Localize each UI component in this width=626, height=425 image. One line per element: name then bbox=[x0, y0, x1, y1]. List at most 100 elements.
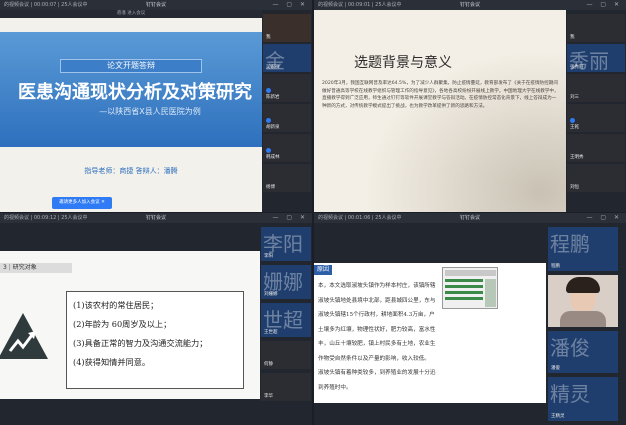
participant-tile[interactable]: 精灵 王精灵 bbox=[548, 377, 618, 421]
meeting-window-top-left: 的视频会议 | 00:00:07 | 25人会议中 钉钉会议 — ▢ ✕ 骆潘 … bbox=[0, 0, 312, 212]
participant-tile[interactable]: 姗娜 刘姗娜 bbox=[261, 265, 311, 299]
participant-name: 韩成林 bbox=[266, 155, 280, 160]
doc-line: 淑坡头镇地处县境中北部，距县城四公里，东与 bbox=[318, 297, 436, 304]
participant-name: 王明秀 bbox=[570, 155, 584, 160]
doc-line: 到养殖时中。 bbox=[318, 384, 352, 391]
criteria-item: (1)该农村的常住居民； bbox=[73, 300, 159, 310]
invite-button[interactable]: 邀请更多人加入会议 ✕ bbox=[52, 197, 112, 209]
participant-name: 程鹏 bbox=[551, 264, 560, 269]
criteria-item: (3)具备正常的智力及沟通交流能力； bbox=[73, 338, 208, 348]
participant-tile[interactable]: 刘恒 bbox=[567, 164, 625, 192]
title-bar: 的视频会议 | 00:09:01 | 25人会议中 钉钉会议 — ▢ ✕ bbox=[314, 0, 626, 10]
advisor-line: 指导老师：商捷 答辩人：潘腾 bbox=[84, 167, 178, 175]
participant-tile[interactable]: 何静 bbox=[261, 341, 311, 369]
participant-tile[interactable]: 李阳 李阳 bbox=[261, 227, 311, 261]
participant-tile[interactable]: 世超 王世超 bbox=[261, 303, 311, 337]
mic-icon bbox=[266, 118, 271, 123]
mic-icon bbox=[570, 118, 575, 123]
arrow-up-icon bbox=[0, 313, 48, 359]
participant-name: 李阳 bbox=[264, 254, 273, 259]
participant-tile[interactable]: 韩成林 bbox=[263, 134, 311, 162]
window-title: 钉钉会议 bbox=[145, 215, 166, 221]
participant-name: 王精灵 bbox=[551, 414, 565, 419]
participant-name: 刘姗娜 bbox=[264, 292, 278, 297]
avatar: 程鹏 bbox=[550, 232, 590, 256]
meeting-window-bottom-left: 的视频会议 | 00:09:12 | 25人会议中 钉钉会议 — ▢ ✕ 3 |… bbox=[0, 213, 312, 425]
participant-tile[interactable]: 我 bbox=[567, 14, 625, 42]
section-tag: 原因 bbox=[314, 265, 332, 275]
participant-tile[interactable]: 程鹏 程鹏 bbox=[548, 227, 618, 271]
window-title: 钉钉会议 bbox=[459, 2, 480, 8]
shared-slide: 选题背景与意义 2020年3月，我国互联网普及率达64.5%，为了减少人群聚集，… bbox=[314, 10, 566, 212]
participant-name: 王世超 bbox=[264, 330, 278, 335]
slide-subtitle: —以陕西省X县人民医院为例 bbox=[99, 107, 201, 116]
participant-name: 王乾 bbox=[570, 125, 579, 130]
participant-tile[interactable]: 杨博 bbox=[263, 164, 311, 192]
window-title: 钉钉会议 bbox=[459, 215, 480, 221]
shared-slide: 论文开题答辩 医患沟通现状分析及对策研究 —以陕西省X县人民医院为例 指导老师：… bbox=[0, 18, 262, 212]
shared-slide: 原因 本，本文选取淑坡头镇作为样本村庄，该镇所辖 淑坡头镇地处县境中北部，距县城… bbox=[314, 263, 546, 403]
doc-line: 本，本文选取淑坡头镇作为样本村庄，该镇所辖 bbox=[318, 283, 436, 289]
participant-name: 吴家祥 bbox=[266, 65, 280, 70]
join-notice: 骆潘 进入会议 bbox=[116, 11, 146, 16]
criteria-box: (1)该农村的常住居民； (2)年龄为 60周岁及以上； (3)具备正常的智力及… bbox=[66, 291, 244, 389]
title-bar: 的视频会议 | 00:00:07 | 25人会议中 钉钉会议 — ▢ ✕ bbox=[0, 0, 312, 10]
participant-tile[interactable]: 陈新岩 bbox=[263, 74, 311, 102]
participant-tile[interactable]: 王乾 bbox=[567, 104, 625, 132]
doc-line: 淑坡头镇辖15个行政村，耕地面积4.3万亩，户 bbox=[318, 312, 435, 318]
participant-name: 李华 bbox=[264, 394, 273, 399]
doc-line: 淑坡头镇有着种类较多，到养殖业的发展十分迅 bbox=[318, 370, 436, 376]
participant-tile[interactable]: 我 bbox=[263, 14, 311, 42]
participant-tile[interactable]: 刘三 bbox=[567, 74, 625, 102]
meeting-window-bottom-right: 的视频会议 | 00:01:06 | 25人会议中 钉钉会议 — ▢ ✕ 原因 … bbox=[314, 213, 626, 425]
heading-number: 3 bbox=[3, 264, 7, 271]
participant-name: 刘三 bbox=[570, 95, 579, 100]
meeting-window-top-right: 的视频会议 | 00:09:01 | 25人会议中 钉钉会议 — ▢ ✕ 选题背… bbox=[314, 0, 626, 212]
participant-panel: 程鹏 程鹏 潘俊 潘俊 精灵 王精灵 bbox=[546, 223, 626, 425]
avatar: 潘俊 bbox=[550, 336, 590, 360]
participant-name: 我 bbox=[266, 35, 271, 40]
participant-tile[interactable]: 金吴家祥 bbox=[263, 44, 311, 72]
inset-screenshot bbox=[442, 267, 498, 309]
camera-feed[interactable] bbox=[548, 275, 618, 327]
title-bar: 的视频会议 | 00:01:06 | 25人会议中 钉钉会议 — ▢ ✕ bbox=[314, 213, 626, 223]
participant-name: 胡新泉 bbox=[266, 125, 280, 130]
participant-tile[interactable]: 王明秀 bbox=[567, 134, 625, 162]
participant-panel: 我 秀丽 张秀丽 刘三 王乾 王明秀 刘恒 bbox=[566, 10, 626, 212]
participant-name: 我 bbox=[570, 35, 575, 40]
participant-tile[interactable]: 潘俊 潘俊 bbox=[548, 331, 618, 373]
participant-name: 刘恒 bbox=[570, 185, 579, 190]
mic-icon bbox=[266, 88, 271, 93]
window-controls[interactable]: — ▢ ✕ bbox=[272, 213, 308, 223]
participant-name: 张秀丽 bbox=[570, 65, 584, 70]
doc-line: 丰，山丘十壤较肥，镇上村民多有土地，农业生 bbox=[318, 341, 436, 347]
doc-line: 作物受自然条件以及产量的影响，收入较低。 bbox=[318, 355, 430, 362]
doc-line: 土壤多为红壤，物理性状好，肥力较高，富水性 bbox=[318, 326, 436, 333]
mic-icon bbox=[266, 148, 271, 153]
shared-slide: 3 | 研究对象 (1)该农村的常住居民； (2)年龄为 60周岁及以上； (3… bbox=[0, 251, 260, 399]
participant-name: 杨博 bbox=[266, 185, 275, 190]
slide-title: 选题背景与意义 bbox=[354, 55, 452, 71]
section-heading: 3 | 研究对象 bbox=[0, 263, 72, 273]
participant-panel: 李阳 李阳 姗娜 刘姗娜 世超 王世超 何静 李华 bbox=[260, 223, 312, 425]
slide-paragraph: 2020年3月，我国互联网普及率达64.5%，为了减少人群聚集，防止疫情蔓延，教… bbox=[322, 81, 559, 109]
slide-title: 医患沟通现状分析及对策研究 bbox=[18, 82, 252, 103]
window-title: 钉钉会议 bbox=[145, 2, 166, 8]
participant-name: 何静 bbox=[264, 362, 273, 367]
participant-tile[interactable]: 胡新泉 bbox=[263, 104, 311, 132]
participant-panel: 我 金吴家祥 陈新岩 胡新泉 韩成林 杨博 bbox=[262, 10, 312, 212]
avatar: 精灵 bbox=[550, 382, 590, 406]
window-controls[interactable]: — ▢ ✕ bbox=[586, 0, 622, 10]
criteria-item: (4)获得知情并同意。 bbox=[73, 357, 151, 367]
title-bar: 的视频会议 | 00:09:12 | 25人会议中 钉钉会议 — ▢ ✕ bbox=[0, 213, 312, 223]
participant-tile[interactable]: 李华 bbox=[261, 373, 311, 401]
criteria-item: (2)年龄为 60周岁及以上； bbox=[73, 319, 172, 329]
participant-tile[interactable]: 秀丽 张秀丽 bbox=[567, 44, 625, 72]
invite-label: 邀请更多人加入会议 ✕ bbox=[59, 200, 105, 205]
badge-text: 论文开题答辩 bbox=[107, 61, 155, 70]
window-controls[interactable]: — ▢ ✕ bbox=[586, 213, 622, 223]
participant-name: 潘俊 bbox=[551, 366, 560, 371]
window-controls[interactable]: — ▢ ✕ bbox=[272, 0, 308, 10]
notification-bar: 骆潘 进入会议 bbox=[0, 10, 262, 18]
heading-text: 研究对象 bbox=[12, 264, 37, 271]
